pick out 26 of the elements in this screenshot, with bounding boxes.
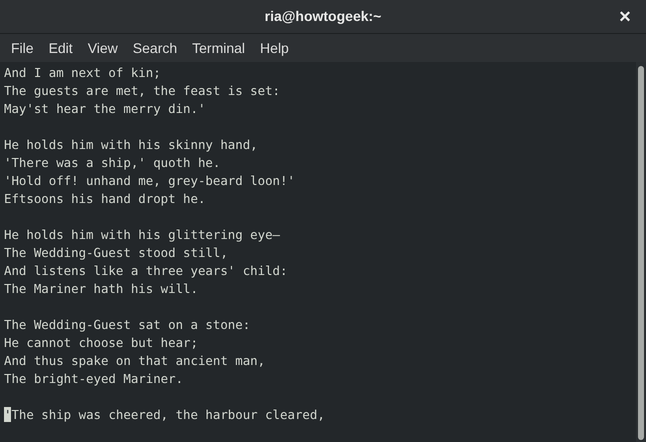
text-cursor: '	[4, 407, 12, 422]
menu-item[interactable]: Terminal	[185, 38, 252, 58]
terminal-line: And thus spake on that ancient man,	[4, 352, 266, 370]
close-button[interactable]: ×	[614, 6, 636, 28]
menu-item[interactable]: Edit	[42, 38, 80, 58]
terminal-line: And listens like a three years' child:	[4, 262, 288, 280]
terminal-line: May'st hear the merry din.'	[4, 100, 206, 118]
terminal-line: The Mariner hath his will.	[4, 280, 198, 298]
terminal-line: 'Hold off! unhand me, grey-beard loon!'	[4, 172, 295, 190]
terminal-line: The guests are met, the feast is set:	[4, 82, 280, 100]
menu-item[interactable]: Search	[126, 38, 184, 58]
menu-item[interactable]: File	[4, 38, 41, 58]
terminal-line: He holds him with his skinny hand,	[4, 136, 258, 154]
terminal-line: The Wedding-Guest sat on a stone:	[4, 316, 250, 334]
terminal-line: 'There was a ship,' quoth he.	[4, 154, 220, 172]
terminal-line: The Wedding-Guest stood still,	[4, 244, 228, 262]
terminal-line: The bright-eyed Mariner.	[4, 370, 184, 388]
scrollbar-thumb[interactable]	[638, 66, 644, 440]
terminal-line: He holds him with his glittering eye—	[4, 226, 280, 244]
terminal-line: Eftsoons his hand dropt he.	[4, 190, 206, 208]
terminal-line: And I am next of kin;	[4, 64, 161, 82]
terminal-line: He cannot choose but hear;	[4, 334, 198, 352]
terminal-line: 'The ship was cheered, the harbour cleared,	[4, 406, 325, 424]
menu-item[interactable]: View	[80, 38, 125, 58]
window-title: ria@howtogeek:~	[264, 7, 382, 26]
menu-item[interactable]: Help	[253, 38, 296, 58]
